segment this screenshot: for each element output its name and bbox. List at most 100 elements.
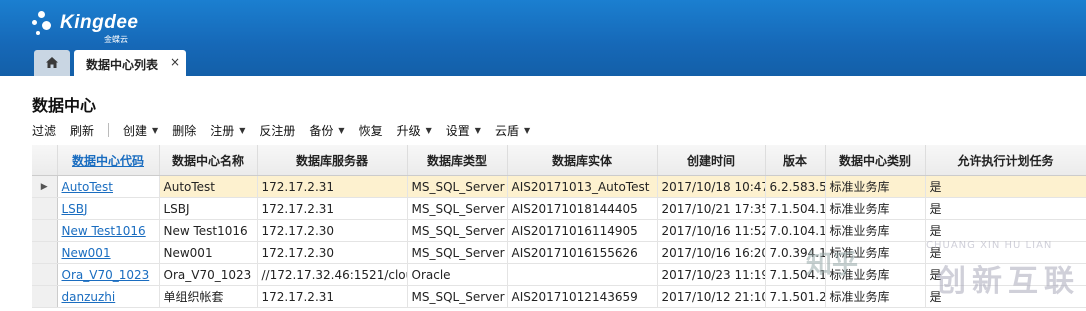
grid-cell: 2017/10/23 11:19:44	[657, 263, 766, 286]
table-row[interactable]: Ora_V70_1023 Ora_V70_1023//172.17.32.46:1…	[32, 263, 1086, 286]
column-header-8[interactable]: 允许执行计划任务	[925, 145, 1086, 176]
grid-cell: 7.0.394.1	[765, 241, 826, 264]
table-row[interactable]: New Test1016 New Test1016 172.17.2.30 MS_SQ…	[32, 219, 1086, 242]
grid-cell: 单组织帐套	[159, 285, 258, 308]
datacenter-code-link[interactable]: Ora_V70_1023	[62, 268, 150, 282]
toolbar-button-2[interactable]: 创建 ▼	[123, 122, 158, 139]
brand-subtitle: 金蝶云	[104, 35, 128, 44]
grid-cell: AutoTest	[159, 175, 258, 198]
row-selector[interactable]: ▶	[32, 175, 58, 198]
current-row-arrow-icon: ▶	[40, 181, 48, 192]
grid-cell: 标准业务库	[825, 241, 926, 264]
brand-name: Kingdee	[60, 12, 139, 33]
column-header-2[interactable]: 数据库服务器	[257, 145, 408, 176]
caret-down-icon: ▼	[152, 125, 159, 135]
tab-datacenter-list[interactable]: 数据中心列表 ×	[74, 50, 186, 76]
toolbar-button-label: 创建	[123, 123, 148, 138]
home-icon	[46, 57, 58, 68]
grid-cell: 标准业务库	[825, 285, 926, 308]
table-row[interactable]: danzuzhi 单组织帐套 172.17.2.31 MS_SQL_Server AIS…	[32, 285, 1086, 308]
datacenter-code-link[interactable]: New001	[62, 246, 111, 260]
grid-cell: MS_SQL_Server	[407, 175, 508, 198]
toolbar-button-label: 刷新	[70, 123, 95, 138]
datacenter-code-cell: New001	[57, 241, 160, 264]
toolbar-button-label: 云盾	[494, 123, 519, 138]
grid-cell: 172.17.2.31	[257, 197, 408, 220]
table-row[interactable]: New001 New001 172.17.2.30 MS_SQL_Server AIS2…	[32, 241, 1086, 264]
column-header-3[interactable]: 数据库类型	[407, 145, 508, 176]
column-header-6[interactable]: 版本	[765, 145, 826, 176]
column-header-0[interactable]: 数据中心代码	[57, 145, 160, 176]
grid-cell: 是	[925, 241, 1086, 264]
grid-cell: MS_SQL_Server	[407, 197, 508, 220]
page-title: 数据中心	[32, 96, 97, 115]
grid-cell: 标准业务库	[825, 219, 926, 242]
row-selector[interactable]	[32, 197, 58, 220]
toolbar-button-5[interactable]: 反注册	[259, 122, 295, 139]
toolbar-button-label: 备份	[309, 123, 334, 138]
table-row[interactable]: LSBJ LSBJ 172.17.2.31 MS_SQL_Server AIS20171…	[32, 197, 1086, 220]
grid-header: 数据中心代码 数据中心名称 数据库服务器 数据库类型 数据库实体 创建时间 版本 数据中心类别…	[32, 145, 1086, 176]
logo-mark-icon	[32, 8, 60, 38]
grid-cell: 7.1.504.1	[765, 263, 826, 286]
grid-cell: 2017/10/21 17:35:25	[657, 197, 766, 220]
row-selector[interactable]	[32, 263, 58, 286]
datacenter-code-link[interactable]: LSBJ	[62, 202, 88, 216]
grid-cell	[507, 263, 658, 286]
grid-cell: 7.0.104.1	[765, 219, 826, 242]
grid-cell: Ora_V70_1023	[159, 263, 258, 286]
grid-cell: 标准业务库	[825, 197, 926, 220]
grid-cell: //172.17.32.46:1521/cloud	[257, 263, 408, 286]
grid-cell: 2017/10/12 21:10:34	[657, 285, 766, 308]
datacenter-code-cell: New Test1016	[57, 219, 160, 242]
datacenter-code-cell: AutoTest	[57, 175, 160, 198]
toolbar-button-3[interactable]: 删除	[172, 122, 196, 139]
toolbar-button-8[interactable]: 升级 ▼	[397, 122, 432, 139]
grid-cell: 是	[925, 219, 1086, 242]
row-selector[interactable]	[32, 241, 58, 264]
grid-cell: 7.1.504.1	[765, 197, 826, 220]
toolbar-button-6[interactable]: 备份 ▼	[309, 122, 344, 139]
toolbar-button-9[interactable]: 设置 ▼	[446, 122, 481, 139]
app-header: Kingdee 金蝶云 数据中心列表 ×	[0, 0, 1086, 76]
column-header-5[interactable]: 创建时间	[657, 145, 766, 176]
toolbar-button-7[interactable]: 恢复	[359, 122, 383, 139]
datacenter-code-link[interactable]: New Test1016	[62, 224, 146, 238]
toolbar-button-label: 反注册	[259, 123, 296, 138]
column-header-7[interactable]: 数据中心类别	[825, 145, 926, 176]
grid-cell: New Test1016	[159, 219, 258, 242]
tab-home[interactable]	[34, 50, 70, 76]
caret-down-icon: ▼	[239, 125, 246, 135]
toolbar-button-1[interactable]: 刷新	[70, 122, 94, 139]
row-selector[interactable]	[32, 285, 58, 308]
close-icon[interactable]: ×	[170, 55, 180, 69]
toolbar-button-label: 注册	[210, 123, 235, 138]
grid-cell: AIS20171016114905	[507, 219, 658, 242]
column-header-1[interactable]: 数据中心名称	[159, 145, 258, 176]
toolbar-button-10[interactable]: 云盾 ▼	[495, 122, 530, 139]
grid-cell: 7.1.501.2	[765, 285, 826, 308]
toolbar-button-label: 设置	[445, 123, 470, 138]
grid-cell: AIS20171013_AutoTest	[507, 175, 658, 198]
datacenter-code-cell: danzuzhi	[57, 285, 160, 308]
datacenter-grid: 数据中心代码 数据中心名称 数据库服务器 数据库类型 数据库实体 创建时间 版本 数据中心类别…	[32, 145, 1086, 311]
grid-cell: New001	[159, 241, 258, 264]
column-header-4[interactable]: 数据库实体	[507, 145, 658, 176]
grid-cell: 2017/10/18 10:47:18	[657, 175, 766, 198]
toolbar-button-0[interactable]: 过滤	[32, 122, 56, 139]
caret-down-icon: ▼	[474, 125, 481, 135]
toolbar-button-4[interactable]: 注册 ▼	[210, 122, 245, 139]
datacenter-code-cell: Ora_V70_1023	[57, 263, 160, 286]
grid-cell: Oracle	[407, 263, 508, 286]
grid-cell: 标准业务库	[825, 263, 926, 286]
row-selector[interactable]	[32, 219, 58, 242]
toolbar-button-label: 恢复	[358, 123, 383, 138]
grid-cell: MS_SQL_Server	[407, 219, 508, 242]
table-row[interactable]: ▶ AutoTest AutoTest 172.17.2.31 MS_SQL_Serve…	[32, 175, 1086, 198]
grid-cell: 是	[925, 285, 1086, 308]
grid-cell: AIS20171018144405	[507, 197, 658, 220]
grid-cell: 172.17.2.30	[257, 241, 408, 264]
kingdee-logo: Kingdee 金蝶云	[32, 8, 152, 44]
datacenter-code-link[interactable]: danzuzhi	[62, 290, 116, 304]
datacenter-code-link[interactable]: AutoTest	[62, 180, 114, 194]
